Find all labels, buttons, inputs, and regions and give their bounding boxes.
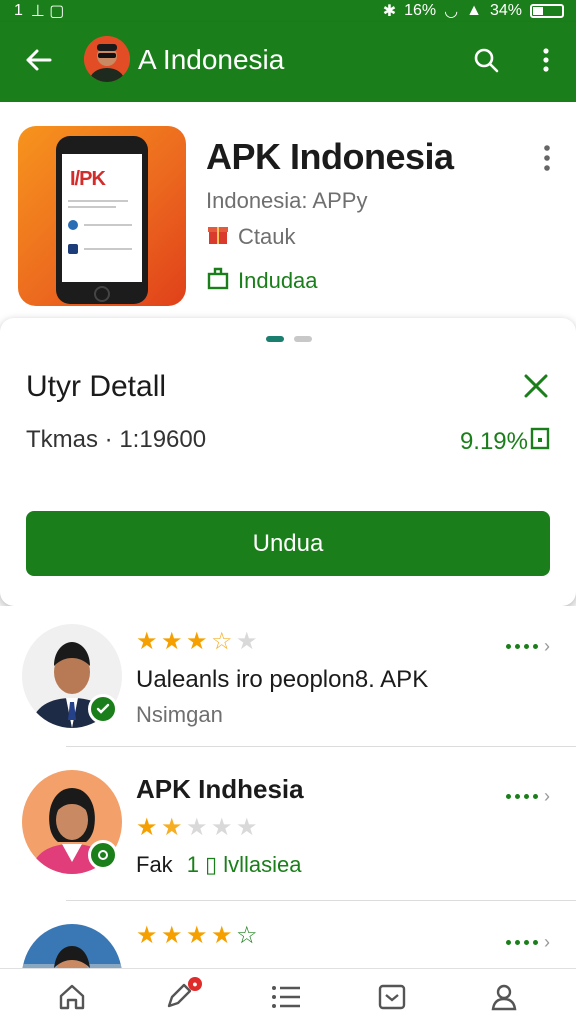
status-icons: ⊥ ▢ — [30, 3, 65, 20]
review-title: Ualeanls iro peoplon8. APK — [136, 666, 429, 693]
sheet-percent: 9.19% — [460, 426, 550, 457]
battery-icon — [530, 4, 564, 18]
star-icon: ★ — [161, 628, 183, 655]
app-category: Ctauk — [206, 222, 295, 252]
star-icon: ★ — [186, 922, 208, 949]
page-indicator — [266, 336, 312, 342]
profile-icon[interactable] — [484, 979, 524, 1015]
battery-square-icon — [530, 426, 550, 457]
page-dot — [294, 336, 312, 342]
battery-text: 34% — [489, 2, 522, 19]
status-bar: 1 ⊥ ▢ ✱ 16% ◡ ▲ 34% — [0, 0, 576, 22]
review-meta: Fak 1 ▯ lvllasiea — [136, 852, 302, 878]
status-signal-text: 16% — [404, 2, 437, 19]
more-dots-icon[interactable]: › — [506, 786, 550, 807]
rating-stars: ★ ★ ★ ☆ ★ — [136, 630, 260, 654]
star-icon: ★ — [161, 922, 183, 949]
back-arrow-icon[interactable] — [18, 40, 58, 80]
star-icon: ★ — [186, 628, 208, 655]
app-bar: A Indonesia — [0, 22, 576, 102]
install-link[interactable]: Indudaa — [206, 266, 318, 296]
bluetooth-icon: ✱ — [382, 3, 397, 20]
rating-stars: ★ ★ ★ ★ ☆ — [136, 924, 260, 948]
star-outline-icon: ☆ — [236, 922, 258, 949]
notification-badge: ● — [188, 977, 202, 991]
star-empty-icon: ★ — [186, 814, 208, 841]
edit-icon[interactable]: ● — [158, 977, 202, 1015]
close-icon[interactable] — [518, 368, 554, 404]
install-icon — [206, 266, 230, 296]
page-dot-active — [266, 336, 284, 342]
app-header-card: I/PK APK Indonesia Indonesia: APPy Ctauk… — [0, 102, 576, 332]
bottom-navigation: ● — [0, 968, 576, 1024]
download-button[interactable]: Undua — [26, 511, 550, 576]
review-meta-right: 1 ▯ lvllasiea — [186, 852, 302, 877]
more-dots-icon[interactable]: › — [506, 932, 550, 953]
star-icon: ★ — [211, 922, 233, 949]
star-empty-icon: ★ — [211, 814, 233, 841]
wifi-icon: ◡ — [444, 3, 459, 20]
star-half-icon: ☆ — [211, 628, 233, 655]
review-title: APK Indhesia — [136, 774, 304, 804]
app-category-label: Ctauk — [238, 224, 296, 249]
divider — [66, 746, 576, 747]
search-icon[interactable] — [466, 40, 506, 80]
star-half-icon: ★ — [161, 814, 183, 841]
verified-badge — [88, 694, 118, 724]
star-empty-icon: ★ — [236, 814, 258, 841]
star-icon: ★ — [136, 814, 158, 841]
list-item[interactable]: ★ ★ ★ ★ ☆ › — [0, 906, 576, 968]
sheet-percent-value: 9.19% — [459, 427, 528, 455]
review-meta: Nsimgan — [136, 702, 223, 727]
app-title: APK Indonesia — [206, 136, 454, 177]
app-icon-text: I/PK — [70, 168, 106, 190]
list-icon[interactable] — [266, 979, 306, 1015]
cell-signal-icon: ▲ — [466, 2, 482, 19]
app-subtitle: Indonesia: APPy — [206, 188, 368, 213]
divider — [66, 900, 576, 901]
review-meta-left: Fak — [136, 852, 173, 877]
rating-stars: ★ ★ ★ ★ ★ — [136, 816, 260, 840]
gift-icon — [206, 222, 230, 252]
home-icon[interactable] — [52, 979, 92, 1015]
inbox-icon[interactable] — [372, 979, 412, 1015]
phone-illustration: I/PK — [56, 136, 148, 304]
list-item[interactable]: ★ ★ ★ ☆ ★ Ualeanls iro peoplon8. APK Nsi… — [0, 606, 576, 756]
avatar — [22, 924, 122, 968]
more-vert-icon[interactable] — [526, 40, 566, 80]
sheet-info: Tkmas · 1:19600 — [26, 426, 207, 453]
install-label: Indudaa — [238, 268, 318, 293]
sheet-title: Utyr Detall — [26, 370, 167, 403]
header-more-icon[interactable] — [532, 140, 562, 176]
status-left-text: 1 — [14, 2, 23, 19]
star-empty-icon: ★ — [236, 628, 258, 655]
channel-avatar[interactable] — [84, 36, 130, 82]
verified-badge — [88, 840, 118, 870]
star-icon: ★ — [136, 628, 158, 655]
app-icon[interactable]: I/PK — [18, 126, 186, 306]
detail-sheet: Utyr Detall Tkmas · 1:19600 9.19% Undua — [0, 318, 576, 606]
review-list: ★ ★ ★ ☆ ★ Ualeanls iro peoplon8. APK Nsi… — [0, 606, 576, 968]
more-dots-icon[interactable]: › — [506, 636, 550, 657]
star-icon: ★ — [136, 922, 158, 949]
app-bar-title: A Indonesia — [138, 44, 285, 75]
list-item[interactable]: APK Indhesia ★ ★ ★ ★ ★ Fak 1 ▯ lvllasiea… — [0, 752, 576, 902]
